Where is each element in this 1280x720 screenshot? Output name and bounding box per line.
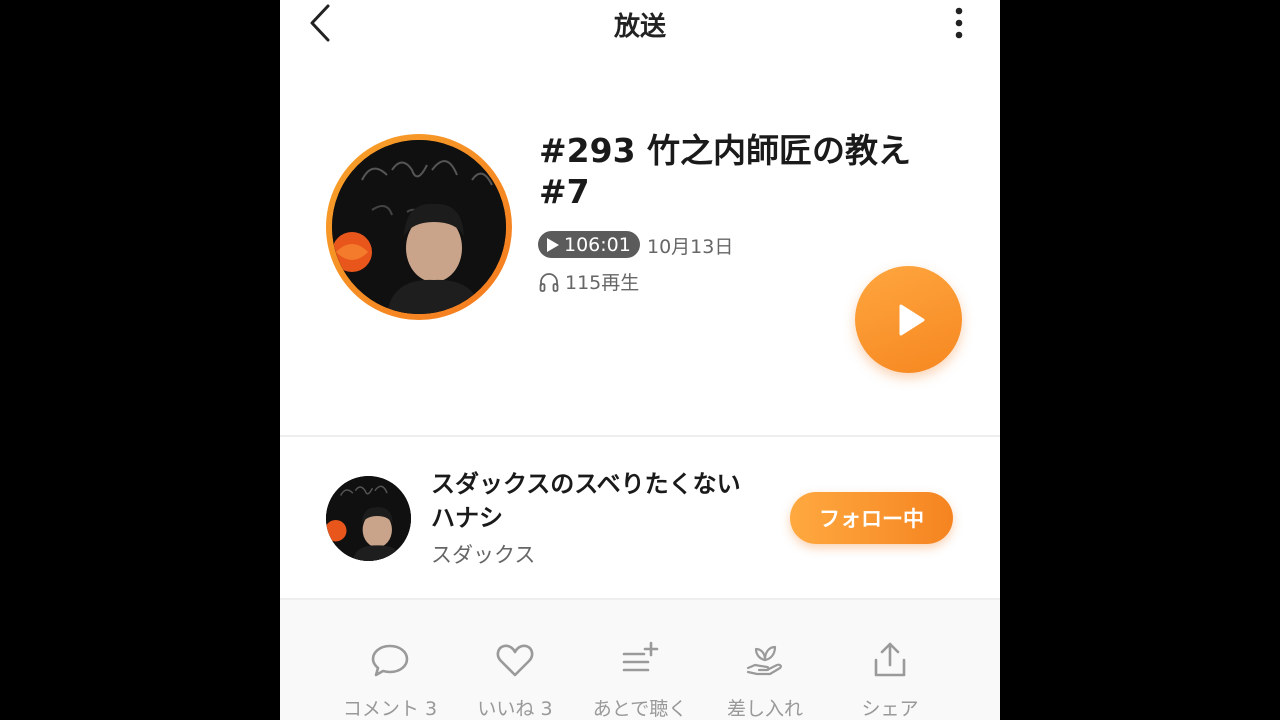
like-button[interactable]: いいね 3 (450, 640, 580, 720)
play-count: 115再生 (538, 268, 639, 295)
duration-badge: 106:01 (538, 231, 640, 258)
episode-title: #293 竹之内師匠の教え #7 (539, 130, 959, 212)
episode-title-line2: #7 (539, 172, 590, 211)
headphones-icon (539, 272, 559, 292)
gift-hand-icon (746, 645, 782, 676)
comment-button[interactable]: コメント 3 (325, 640, 455, 720)
play-count-text: 115再生 (565, 272, 640, 294)
listen-later-button[interactable]: あとで聴く (575, 640, 705, 720)
more-vertical-icon (955, 7, 963, 39)
episode-title-line1: #293 竹之内師匠の教え (539, 131, 912, 170)
more-options-button[interactable] (944, 4, 974, 40)
channel-author: スダックス (431, 543, 536, 567)
channel-title-line1: スダックスのスベりたくない (431, 470, 741, 498)
gift-label: 差し入れ (726, 698, 803, 720)
heart-icon (496, 644, 534, 677)
divider (280, 435, 1000, 437)
play-icon (899, 304, 924, 335)
episode-artwork-image (332, 140, 506, 314)
play-button[interactable] (855, 266, 962, 373)
top-bar: 放送 (280, 0, 1000, 48)
share-label: シェア (861, 698, 919, 720)
comment-label: コメント 3 (342, 698, 438, 720)
like-label: いいね 3 (477, 698, 553, 720)
episode-artwork (326, 134, 512, 320)
share-icon (874, 642, 906, 677)
comment-icon (371, 644, 409, 677)
channel-title[interactable]: スダックスのスベりたくない ハナシ (431, 467, 791, 535)
share-button[interactable]: シェア (825, 640, 955, 720)
follow-button[interactable]: フォロー中 (790, 492, 953, 544)
phone-screen: 放送 #293 竹之内師匠の教え #7 106:01 10月13日 115再生 … (280, 0, 1000, 720)
gift-button[interactable]: 差し入れ (700, 640, 830, 720)
playlist-add-icon (622, 641, 659, 672)
play-small-icon (547, 237, 559, 252)
page-title: 放送 (613, 12, 666, 42)
duration-text: 106:01 (564, 233, 631, 256)
channel-title-line2: ハナシ (431, 504, 503, 532)
action-bar: コメント 3 いいね 3 あとで聴く 差し入れ シェア (280, 600, 1000, 720)
episode-date: 10月13日 (647, 236, 734, 258)
listen-later-label: あとで聴く (592, 698, 688, 720)
channel-avatar[interactable] (326, 476, 411, 561)
